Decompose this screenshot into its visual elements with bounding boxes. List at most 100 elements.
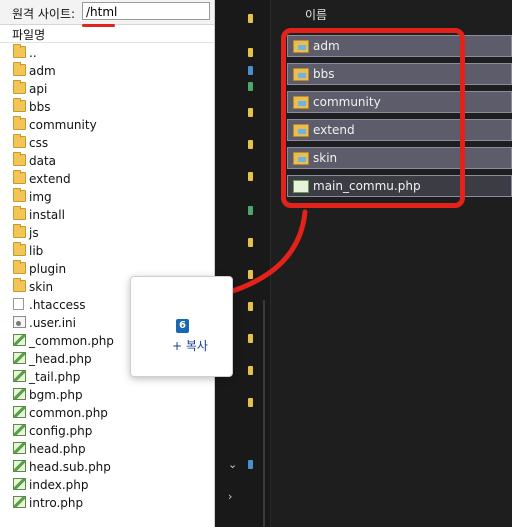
file-name: img [29,190,52,204]
file-name: common.php [29,406,108,420]
file-name: lib [29,244,44,258]
folder-icon [13,98,26,112]
file-marker-icon [248,270,253,279]
file-name: _common.php [29,334,114,348]
file-marker-icon [248,66,253,75]
file-name: _head.php [29,352,92,366]
item-count-badge: 6 [176,319,189,333]
remote-path-input[interactable]: /html [82,2,210,20]
scroll-divider [263,300,265,527]
folder-icon [13,134,26,148]
file-name: css [29,136,49,150]
file-list-item[interactable]: head.php [0,440,214,458]
file-name: intro.php [29,496,84,510]
folder-icon [13,170,26,184]
file-name: head.sub.php [29,460,111,474]
file-list-item[interactable]: index.php [0,476,214,494]
drag-copy-tooltip: 6 + 복사 [130,276,233,377]
file-list-item[interactable]: common.php [0,404,214,422]
file-name: index.php [29,478,89,492]
file-list-item[interactable]: img [0,188,214,206]
file-list-item[interactable]: lib [0,242,214,260]
php-file-icon [13,496,26,508]
file-name: _tail.php [29,370,81,384]
folder-icon [13,224,26,238]
file-list-item[interactable]: adm [0,62,214,80]
chevron-right-icon[interactable]: › [228,490,232,503]
folder-icon [13,188,26,202]
file-marker-icon [248,334,253,343]
address-bar: 원격 사이트: /html [0,0,214,25]
file-name: .. [29,46,37,60]
file-marker-icon [248,398,253,407]
selection-highlight-box [281,28,465,208]
file-list-item[interactable]: extend [0,170,214,188]
file-marker-icon [248,140,253,149]
php-file-icon [13,406,26,418]
file-name: js [29,226,39,240]
file-list-item[interactable]: intro.php [0,494,214,512]
file-marker-icon [248,238,253,247]
file-name: head.php [29,442,86,456]
file-marker-icon [248,14,253,23]
file-name: .htaccess [29,298,86,312]
folder-icon [13,278,26,292]
php-file-icon [13,352,26,364]
copy-action-label: + 복사 [172,339,208,353]
file-list-item[interactable]: community [0,116,214,134]
name-column-header[interactable]: 이름 [305,6,327,23]
php-file-icon [13,478,26,490]
php-file-icon [13,370,26,382]
php-file-icon [13,442,26,454]
file-marker-icon [248,302,253,311]
file-marker-icon [248,108,253,117]
file-list-item[interactable]: .. [0,44,214,62]
file-marker-icon [248,366,253,375]
file-name: install [29,208,65,222]
file-name: data [29,154,57,168]
file-name: adm [29,64,56,78]
folder-icon [13,116,26,130]
file-icon [13,298,24,310]
file-list-item[interactable]: data [0,152,214,170]
chevron-down-icon[interactable]: ⌄ [228,458,237,471]
folder-icon [13,80,26,94]
file-name: extend [29,172,71,186]
file-name: bgm.php [29,388,83,402]
file-name: .user.ini [29,316,76,330]
file-name: api [29,82,48,96]
folder-icon [13,206,26,220]
folder-icon [13,62,26,76]
file-marker-icon [248,172,253,181]
php-file-icon [13,334,26,346]
navigation-gutter: ⌄ › [215,0,271,527]
file-list-item[interactable]: bbs [0,98,214,116]
file-marker-icon [248,460,253,469]
file-name: config.php [29,424,93,438]
folder-icon [13,242,26,256]
file-name: plugin [29,262,67,276]
file-list-item[interactable]: head.sub.php [0,458,214,476]
file-list-item[interactable]: config.php [0,422,214,440]
file-list-item[interactable]: css [0,134,214,152]
file-marker-icon [248,206,253,215]
file-name: community [29,118,97,132]
filename-column-header[interactable]: 파일명 [0,26,214,43]
folder-icon [13,152,26,166]
file-list-item[interactable]: bgm.php [0,386,214,404]
remote-site-panel: 원격 사이트: /html 파일명 .. adm api bbs community cs… [0,0,215,527]
remote-site-label: 원격 사이트: [12,7,76,21]
php-file-icon [13,388,26,400]
php-file-icon [13,424,26,436]
file-marker-icon [248,48,253,57]
file-list-item[interactable]: install [0,206,214,224]
file-name: bbs [29,100,51,114]
folder-icon [13,44,26,58]
file-icon [13,316,26,328]
php-file-icon [13,460,26,472]
file-list-item[interactable]: js [0,224,214,242]
folder-icon [13,260,26,274]
file-list-item[interactable]: api [0,80,214,98]
file-marker-icon [248,82,253,91]
file-name: skin [29,280,54,294]
